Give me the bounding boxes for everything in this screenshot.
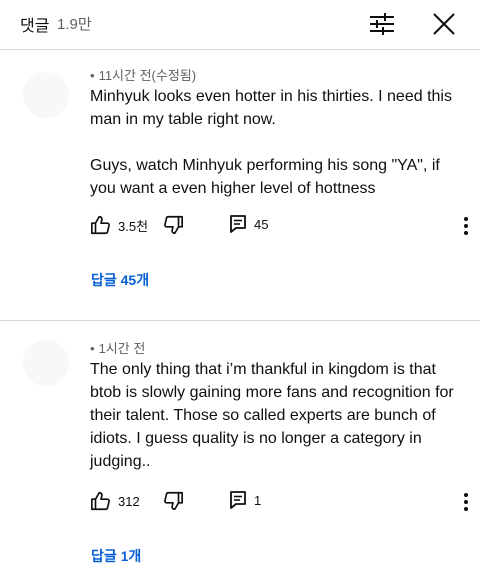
close-icon[interactable]: [432, 12, 456, 36]
comment-text: The only thing that i’m thankful in king…: [90, 358, 470, 473]
thumbs-down-icon: [164, 491, 183, 511]
like-button[interactable]: 3.5천: [90, 214, 148, 236]
comment-icon: [230, 491, 246, 509]
comment-actions: 312 1: [90, 490, 470, 514]
reply-button[interactable]: 45: [228, 214, 268, 234]
comments-header: 댓글 1.9만: [0, 0, 480, 48]
like-count: 312: [118, 493, 140, 509]
reply-count: 45: [254, 216, 269, 232]
dislike-button[interactable]: [162, 490, 184, 512]
comment-paragraph: Minhyuk looks even hotter in his thirtie…: [90, 88, 452, 128]
comment-paragraph: The only thing that i’m thankful in king…: [90, 361, 454, 470]
view-replies-link[interactable]: 답글 45개: [91, 270, 149, 290]
dislike-button[interactable]: [162, 214, 184, 236]
comment-meta: • 1시간 전: [90, 341, 146, 356]
comment-actions: 3.5천 45: [90, 214, 470, 238]
view-replies-link[interactable]: 답글 1개: [91, 546, 141, 566]
thumbs-down-icon: [164, 215, 183, 235]
comment-icon: [230, 215, 246, 233]
comment-meta: • 11시간 전(수정됨): [90, 68, 197, 83]
comment-time: 1시간 전: [98, 341, 146, 356]
comment-text: Minhyuk looks even hotter in his thirtie…: [90, 85, 470, 200]
comment-time: 11시간 전(수정됨): [98, 68, 197, 83]
filter-sliders-icon[interactable]: [368, 12, 396, 36]
reply-button[interactable]: 1: [228, 490, 261, 510]
comment-divider: [0, 320, 480, 321]
comment-paragraph: Guys, watch Minhyuk performing his song …: [90, 157, 440, 197]
more-vertical-icon[interactable]: [454, 214, 478, 238]
comments-title: 댓글: [20, 18, 50, 35]
header-divider: [0, 49, 480, 50]
avatar[interactable]: [23, 72, 69, 118]
avatar[interactable]: [23, 340, 69, 386]
like-button[interactable]: 312: [90, 490, 140, 512]
reply-count: 1: [254, 492, 262, 508]
more-vertical-icon[interactable]: [454, 490, 478, 514]
thumbs-up-icon: [91, 491, 110, 511]
comments-count: 1.9만: [57, 16, 92, 33]
thumbs-up-icon: [91, 215, 110, 235]
like-count: 3.5천: [118, 218, 149, 234]
